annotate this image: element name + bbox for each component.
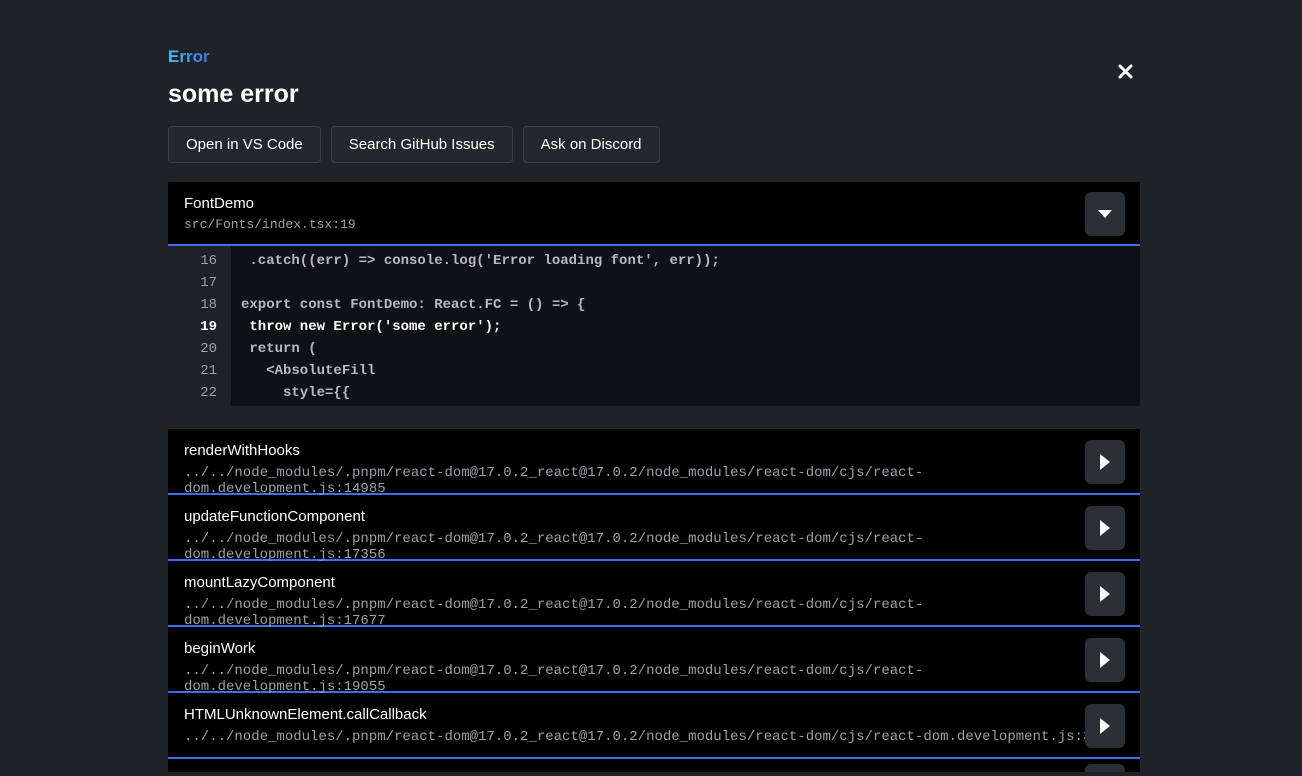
stack-frame-function: beginWork [184,640,1124,657]
stack-frame-path: ../../node_modules/.pnpm/react-dom@17.0.… [184,465,1124,497]
source-code-frame: FontDemo src/Fonts/index.tsx:19 16 .catc… [168,182,1140,406]
stack-frame-row-partial [168,759,1140,772]
stack-frame-row: updateFunctionComponent ../../node_modul… [168,495,1140,561]
code-line-text: throw new Error('some error'); [231,316,501,338]
expand-stack-frame-button[interactable] [1085,572,1125,616]
caret-right-icon [1100,520,1110,536]
caret-down-icon [1098,210,1112,218]
code-line-number: 18 [168,294,231,316]
code-line-text: <AbsoluteFill [231,360,375,382]
code-line: 18 export const FontDemo: React.FC = () … [168,294,1140,316]
collapse-source-frame-button[interactable] [1085,192,1125,236]
code-line: 16 .catch((err) => console.log('Error lo… [168,250,1140,272]
stack-frame-function: mountLazyComponent [184,574,1124,591]
code-line-text: return ( [231,338,317,360]
caret-right-icon [1100,718,1110,734]
stack-frame-function: updateFunctionComponent [184,508,1124,525]
code-line: 20 return ( [168,338,1140,360]
code-line-number: 16 [168,250,231,272]
stack-frame-row: renderWithHooks ../../node_modules/.pnpm… [168,429,1140,495]
expand-stack-frame-button[interactable] [1085,506,1125,550]
code-line-text: style={{ [231,382,350,404]
code-line-number: 17 [168,272,231,294]
code-line-text: export const FontDemo: React.FC = () => … [231,294,585,316]
source-frame-function: FontDemo [184,195,1124,212]
stack-frame-path: ../../node_modules/.pnpm/react-dom@17.0.… [184,729,1124,745]
open-in-vs-code-button[interactable]: Open in VS Code [168,126,321,163]
search-github-issues-button[interactable]: Search GitHub Issues [331,126,513,163]
source-frame-location: src/Fonts/index.tsx:19 [184,217,1124,232]
stack-frame-path: ../../node_modules/.pnpm/react-dom@17.0.… [184,531,1124,563]
expand-stack-frame-button[interactable] [1085,764,1125,772]
stack-frame-path: ../../node_modules/.pnpm/react-dom@17.0.… [184,663,1124,695]
error-message-title: some error [168,80,1140,109]
caret-right-icon [1100,454,1110,470]
source-frame-header: FontDemo src/Fonts/index.tsx:19 [168,182,1140,246]
stack-frame-path: ../../node_modules/.pnpm/react-dom@17.0.… [184,597,1124,629]
stack-frame-function: renderWithHooks [184,442,1124,459]
code-line: 21 <AbsoluteFill [168,360,1140,382]
code-line: 17 [168,272,1140,294]
caret-right-icon [1100,652,1110,668]
code-line-number: 19 [168,316,231,338]
code-line-text: .catch((err) => console.log('Error loadi… [231,250,720,272]
error-type-label: Error [168,47,210,67]
error-overlay: Error some error Open in VS Code Search … [168,0,1140,772]
code-line: 19 throw new Error('some error'); [168,316,1140,338]
code-line-number: 22 [168,382,231,404]
stack-frame-row: HTMLUnknownElement.callCallback ../../no… [168,693,1140,759]
stack-frame-function: HTMLUnknownElement.callCallback [184,706,1124,723]
code-line: 22 style={{ [168,382,1140,404]
stack-trace-list: renderWithHooks ../../node_modules/.pnpm… [168,429,1140,772]
expand-stack-frame-button[interactable] [1085,440,1125,484]
expand-stack-frame-button[interactable] [1085,704,1125,748]
stack-frame-row: mountLazyComponent ../../node_modules/.p… [168,561,1140,627]
code-snippet: 16 .catch((err) => console.log('Error lo… [168,246,1140,406]
code-line-number: 21 [168,360,231,382]
expand-stack-frame-button[interactable] [1085,638,1125,682]
stack-frame-row: beginWork ../../node_modules/.pnpm/react… [168,627,1140,693]
action-buttons-row: Open in VS Code Search GitHub Issues Ask… [168,126,1140,163]
ask-on-discord-button[interactable]: Ask on Discord [523,126,660,163]
code-line-text [231,272,241,294]
caret-right-icon [1100,586,1110,602]
code-line-number: 20 [168,338,231,360]
